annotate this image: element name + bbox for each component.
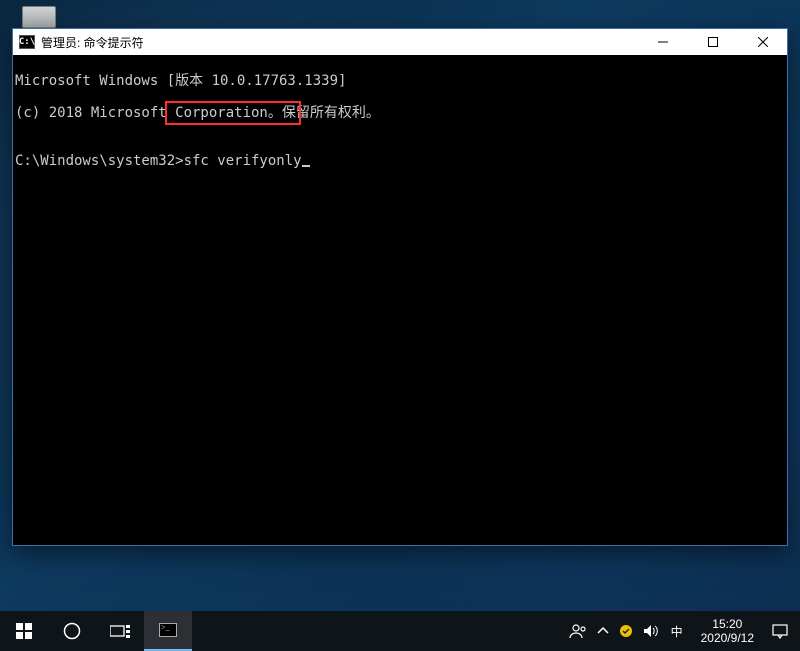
minimize-button[interactable]: [641, 29, 685, 55]
terminal-cursor: [302, 165, 310, 167]
taskbar-app-cmd[interactable]: >_: [144, 611, 192, 651]
clock-time: 15:20: [701, 617, 754, 631]
terminal-command: sfc verifyonly: [184, 153, 302, 169]
people-button[interactable]: [569, 622, 587, 640]
terminal-line-copyright: (c) 2018 Microsoft Corporation。保留所有权利。: [15, 105, 785, 121]
terminal-output[interactable]: Microsoft Windows [版本 10.0.17763.1339] (…: [13, 55, 787, 545]
taskbar: >_ 中 1: [0, 611, 800, 651]
maximize-button[interactable]: [691, 29, 735, 55]
command-prompt-window: C:\ 管理员: 命令提示符 Microsoft Windows [版本 10.…: [12, 28, 788, 546]
terminal-prompt-line: C:\Windows\system32>sfc verifyonly: [15, 153, 785, 169]
taskbar-spacer: [192, 611, 559, 651]
action-center-button[interactable]: [760, 611, 800, 651]
taskbar-clock[interactable]: 15:20 2020/9/12: [695, 611, 760, 651]
security-tray-button[interactable]: [619, 624, 633, 638]
start-button[interactable]: [0, 611, 48, 651]
window-title: 管理员: 命令提示符: [41, 34, 635, 51]
volume-icon: [643, 624, 659, 638]
security-icon: [619, 624, 633, 638]
task-view-icon: [110, 623, 130, 639]
clock-date: 2020/9/12: [701, 631, 754, 645]
windows-logo-icon: [16, 623, 32, 639]
chevron-up-icon: [597, 625, 609, 637]
cortana-button[interactable]: [48, 611, 96, 651]
action-center-icon: [772, 623, 788, 639]
titlebar[interactable]: C:\ 管理员: 命令提示符: [13, 29, 787, 55]
close-button[interactable]: [741, 29, 785, 55]
cortana-circle-icon: [63, 622, 81, 640]
recycle-bin-icon[interactable]: [22, 6, 66, 30]
tray-overflow-button[interactable]: [597, 625, 609, 637]
cmd-app-icon: C:\: [19, 35, 35, 49]
system-tray: 中: [559, 611, 695, 651]
terminal-line-version: Microsoft Windows [版本 10.0.17763.1339]: [15, 73, 785, 89]
ime-indicator[interactable]: 中: [669, 623, 685, 640]
cmd-taskbar-icon: >_: [159, 623, 177, 637]
task-view-button[interactable]: [96, 611, 144, 651]
people-icon: [569, 622, 587, 640]
terminal-prompt-prefix: C:\Windows\system32>: [15, 153, 184, 169]
volume-button[interactable]: [643, 624, 659, 638]
